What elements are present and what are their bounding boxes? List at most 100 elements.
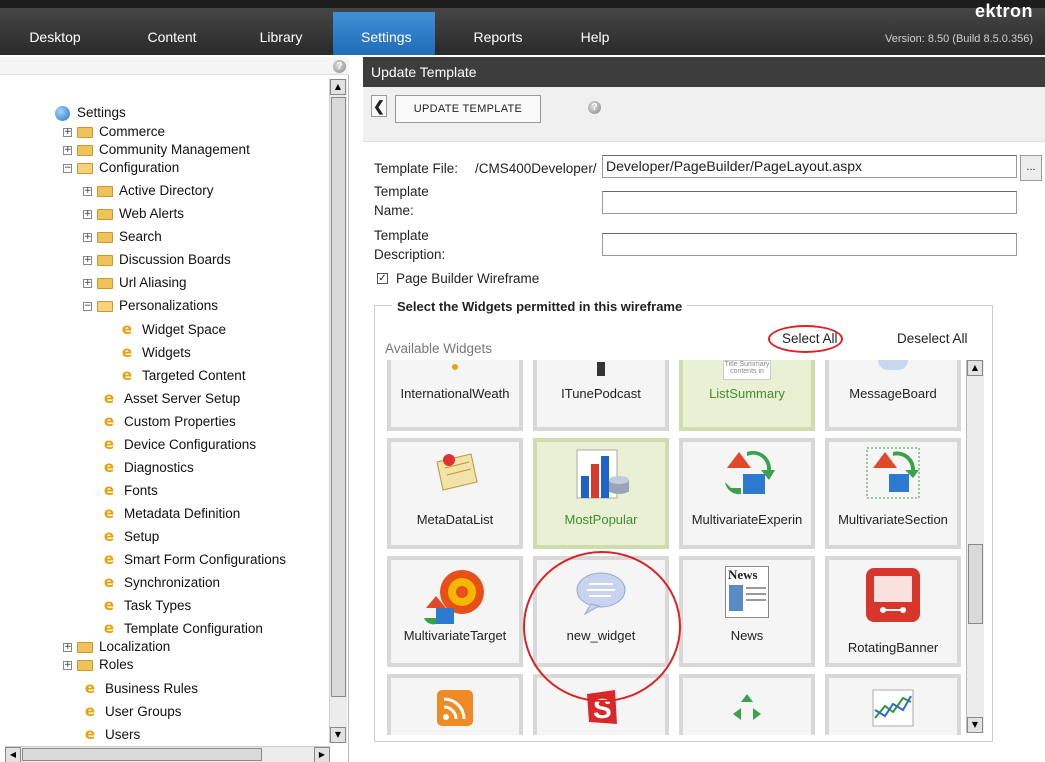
tree-item-diagnostics[interactable]: e Diagnostics [102,457,194,477]
widget-stock-chart[interactable] [825,674,961,735]
template-description-input[interactable] [602,233,1017,256]
grid-scroll-up-icon[interactable]: ▲ [967,360,983,376]
deselect-all-link[interactable]: Deselect All [897,331,968,346]
expand-icon[interactable]: + [83,186,92,196]
tree-item-device-config[interactable]: e Device Configurations [102,434,256,454]
widget-label: MetaDataList [416,512,494,527]
widget-move[interactable] [679,674,815,735]
tree-item-search[interactable]: + Search [83,227,162,247]
widget-multivariate-target[interactable]: MultivariateTarget [387,556,523,667]
tree-item-custom-properties[interactable]: e Custom Properties [102,411,236,431]
tree-item-smart-form[interactable]: e Smart Form Configurations [102,549,286,569]
tree-item-setup[interactable]: e Setup [102,526,159,546]
widget-international-weather[interactable]: InternationalWeath [387,360,523,431]
expand-icon[interactable]: + [63,660,72,670]
tree-item-personalizations[interactable]: − Personalizations [83,296,218,316]
tree-item-business-rules[interactable]: e Business Rules [83,678,198,698]
tree-item-settings[interactable]: Settings [55,103,126,123]
tree-item-task-types[interactable]: e Task Types [102,595,191,615]
widget-multivariate-section[interactable]: MultivariateSection [825,438,961,549]
tree-item-roles[interactable]: + Roles [63,655,134,675]
tree-item-localization[interactable]: + Localization [63,637,170,657]
toolbar-help-icon[interactable]: ? [588,101,601,114]
nav-tab-settings[interactable]: Settings [333,12,435,55]
update-template-button[interactable]: UPDATE TEMPLATE [395,95,541,123]
template-name-input[interactable] [602,191,1017,214]
scroll-thumb[interactable] [331,97,346,697]
widget-mostpopular[interactable]: MostPopular [533,438,669,549]
widgets-legend: Select the Widgets permitted in this wir… [392,299,688,314]
tree-label: User Groups [105,704,182,719]
nav-tab-reports[interactable]: Reports [463,22,533,55]
tree-vertical-scrollbar[interactable]: ▲ ▼ [329,79,347,743]
expand-icon[interactable]: + [63,127,72,137]
tree-item-metadata-definition[interactable]: e Metadata Definition [102,503,240,523]
tree-label: Custom Properties [124,414,236,429]
widget-label: MultivariateTarget [403,628,507,643]
expand-icon[interactable]: + [63,642,72,652]
tree-item-community[interactable]: + Community Management [63,140,250,160]
tree-item-discussion-boards[interactable]: + Discussion Boards [83,250,231,270]
expand-icon[interactable]: + [83,255,92,265]
tree-item-targeted-content[interactable]: e Targeted Content [120,365,246,385]
expand-icon[interactable]: + [83,278,92,288]
help-icon[interactable]: ? [333,60,346,73]
tree-item-url-aliasing[interactable]: + Url Aliasing [83,273,187,293]
template-file-input[interactable]: Developer/PageBuilder/PageLayout.aspx [602,155,1017,178]
wireframe-checkbox[interactable]: ✓ [377,273,388,284]
nav-tab-desktop[interactable]: Desktop [20,22,90,55]
tree-item-configuration[interactable]: − Configuration [63,158,179,178]
widget-label: InternationalWeath [400,386,510,401]
template-file-label: Template File: [374,161,459,176]
folder-icon [97,208,113,220]
grid-scroll-down-icon[interactable]: ▼ [967,717,983,733]
tree-item-template-config[interactable]: e Template Configuration [102,618,263,638]
h-scroll-thumb[interactable] [22,748,262,761]
back-button[interactable]: ❮ [371,95,387,117]
collapse-icon[interactable]: − [63,163,72,173]
browse-button[interactable]: ... [1020,155,1042,181]
widget-messageboard[interactable]: MessageBoard [825,360,961,431]
grid-scroll-thumb[interactable] [968,544,983,624]
ektron-e-icon: e [103,573,115,591]
ektron-e-icon: e [103,458,115,476]
ektron-e-icon: e [103,550,115,568]
tree-item-asset-server[interactable]: e Asset Server Setup [102,388,240,408]
widget-label: ListSummary [709,386,785,401]
widget-grid-scrollbar[interactable]: ▲ ▼ [966,360,984,733]
tree-item-widgets[interactable]: e Widgets [120,342,191,362]
tree-horizontal-scrollbar[interactable]: ◀ ▶ [5,746,330,762]
scroll-right-icon[interactable]: ▶ [314,747,330,762]
widget-rss[interactable] [387,674,523,735]
ektron-e-icon: e [103,435,115,453]
expand-icon[interactable]: + [83,232,92,242]
tree-item-synchronization[interactable]: e Synchronization [102,572,220,592]
expand-icon[interactable]: + [83,209,92,219]
scroll-down-icon[interactable]: ▼ [330,727,346,743]
widget-metadatalist[interactable]: MetaDataList [387,438,523,549]
newspaper-photo [729,585,743,611]
tree-item-web-alerts[interactable]: + Web Alerts [83,204,184,224]
tree-item-fonts[interactable]: e Fonts [102,480,158,500]
new-widget-highlight-circle [523,551,681,702]
nav-tab-library[interactable]: Library [246,22,316,55]
bar-chart-icon [576,449,629,499]
nav-tab-help[interactable]: Help [560,22,630,55]
tree-item-active-directory[interactable]: + Active Directory [83,181,214,201]
nav-tab-content[interactable]: Content [132,22,212,55]
tree-item-commerce[interactable]: + Commerce [63,122,165,142]
collapse-icon[interactable]: − [83,301,92,311]
tree-item-user-groups[interactable]: e User Groups [83,701,182,721]
scroll-left-icon[interactable]: ◀ [5,747,21,762]
widget-itunepodcast[interactable]: ITunePodcast [533,360,669,431]
widget-news[interactable]: News News [679,556,815,667]
widget-rotating-banner[interactable]: RotatingBanner [825,556,961,667]
widget-multivariate-experiment[interactable]: MultivariateExperin [679,438,815,549]
tree-item-users[interactable]: e Users [83,724,140,744]
scroll-up-icon[interactable]: ▲ [330,79,346,95]
folder-icon [97,185,113,197]
widget-listsummary[interactable]: Title Summary contents in ListSummary [679,360,815,431]
tree-item-widget-space[interactable]: e Widget Space [120,319,226,339]
expand-icon[interactable]: + [63,145,72,155]
tree-label: Roles [99,657,134,672]
